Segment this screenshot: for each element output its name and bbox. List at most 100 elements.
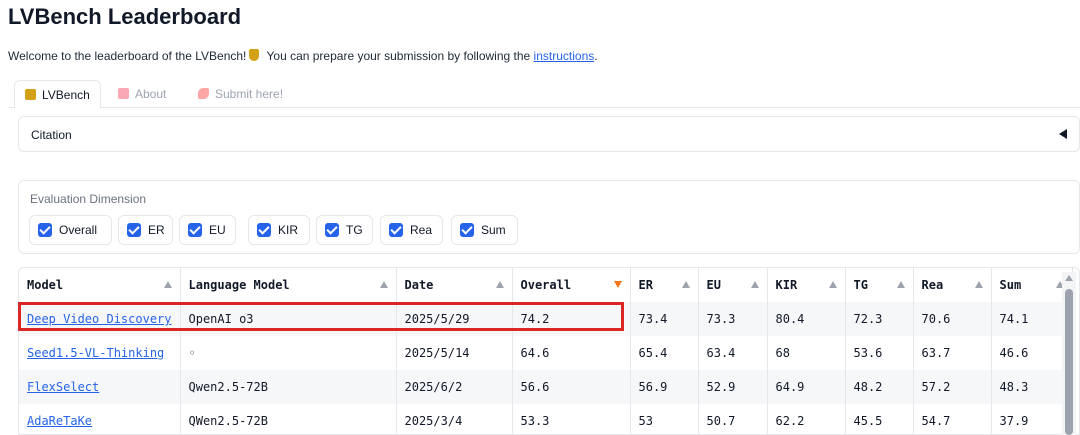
checkbox-icon[interactable] <box>325 223 339 237</box>
cell-tg: 53.6 <box>845 336 914 370</box>
checkbox-er[interactable]: ER <box>118 215 173 245</box>
citation-accordion[interactable]: Citation <box>18 116 1080 152</box>
tab-label: LVBench <box>42 88 90 102</box>
model-link[interactable]: FlexSelect <box>27 380 99 394</box>
checkbox-overall[interactable]: Overall <box>29 215 112 245</box>
cell-tg: 45.5 <box>845 404 914 434</box>
evaluation-dimension-label: Evaluation Dimension <box>30 192 147 206</box>
cell-date: 2025/5/14 <box>396 336 513 370</box>
header-overall[interactable]: Overall <box>512 268 631 302</box>
model-link[interactable]: Deep Video Discovery <box>27 312 172 326</box>
cell-kir: 80.4 <box>767 302 846 336</box>
checkbox-eu[interactable]: EU <box>179 215 236 245</box>
checkbox-label: Overall <box>59 223 98 237</box>
page-title: LVBench Leaderboard <box>8 4 242 29</box>
checkbox-icon[interactable] <box>127 223 141 237</box>
scroll-up-icon[interactable] <box>1065 275 1073 281</box>
checkbox-icon[interactable] <box>389 223 403 237</box>
tab-submit[interactable]: Submit here! <box>188 80 293 108</box>
cell-sum: 48.3 <box>991 370 1073 404</box>
welcome-middle: You can prepare your submission by follo… <box>263 49 534 63</box>
header-rea[interactable]: Rea <box>913 268 992 302</box>
cell-model: Seed1.5-VL-Thinking <box>19 336 181 370</box>
model-link[interactable]: AdaReTaKe <box>27 414 92 428</box>
cell-rea: 54.7 <box>913 404 992 434</box>
cell-overall: 74.2 <box>512 302 631 336</box>
cell-rea: 70.6 <box>913 302 992 336</box>
header-tg[interactable]: TG <box>845 268 914 302</box>
instructions-link[interactable]: instructions <box>534 49 595 63</box>
checkbox-icon[interactable] <box>257 223 271 237</box>
cell-kir: 68 <box>767 336 846 370</box>
sort-icon[interactable] <box>750 281 759 288</box>
welcome-text: Welcome to the leaderboard of the LVBenc… <box>8 49 598 63</box>
sort-desc-icon[interactable] <box>613 281 622 288</box>
checkbox-icon[interactable] <box>188 223 202 237</box>
cell-rea: 63.7 <box>913 336 992 370</box>
checkbox-tg[interactable]: TG <box>316 215 373 245</box>
cell-er: 56.9 <box>630 370 699 404</box>
welcome-suffix: . <box>594 49 598 63</box>
table-row: Seed1.5-VL-Thinking ◦ 2025/5/14 64.6 65.… <box>19 336 1073 370</box>
header-label: EU <box>706 278 721 292</box>
trophy-icon <box>25 89 36 100</box>
sort-icon[interactable] <box>974 281 983 288</box>
checkbox-label: EU <box>209 223 226 237</box>
checkbox-icon[interactable] <box>460 223 474 237</box>
cell-overall: 53.3 <box>512 404 631 434</box>
table-row: FlexSelect Qwen2.5-72B 2025/6/2 56.6 56.… <box>19 370 1073 404</box>
tab-lvbench[interactable]: LVBench <box>14 80 101 109</box>
table-header-row: Model Language Model Date Overall ER EU … <box>19 268 1073 302</box>
checkbox-label: KIR <box>278 223 299 237</box>
checkbox-label: ER <box>148 223 165 237</box>
header-label: TG <box>853 278 868 292</box>
table-row: Deep Video Discovery OpenAI o3 2025/5/29… <box>19 302 1073 336</box>
checkbox-rea[interactable]: Rea <box>380 215 443 245</box>
sort-icon[interactable] <box>163 281 172 288</box>
header-model[interactable]: Model <box>19 268 181 302</box>
tab-about[interactable]: About <box>108 80 176 108</box>
checkbox-label: Sum <box>481 223 506 237</box>
leaderboard-table: Model Language Model Date Overall ER EU … <box>18 267 1080 435</box>
cell-language-model: OpenAI o3 <box>180 302 397 336</box>
header-er[interactable]: ER <box>630 268 699 302</box>
sort-icon[interactable] <box>495 281 504 288</box>
cell-language-model: QWen2.5-72B <box>180 404 397 434</box>
cell-er: 53 <box>630 404 699 434</box>
header-label: Rea <box>921 278 944 292</box>
header-label: KIR <box>775 278 798 292</box>
checkbox-sum[interactable]: Sum <box>451 215 518 245</box>
sort-icon[interactable] <box>379 281 388 288</box>
tab-bar: LVBench About Submit here! <box>8 80 1080 109</box>
caret-left-icon[interactable] <box>1059 129 1067 139</box>
sort-icon[interactable] <box>681 281 690 288</box>
cell-er: 65.4 <box>630 336 699 370</box>
cell-sum: 37.9 <box>991 404 1073 434</box>
cell-language-model: ◦ <box>180 336 397 370</box>
header-label: Overall <box>520 278 572 292</box>
header-kir[interactable]: KIR <box>767 268 846 302</box>
model-link[interactable]: Seed1.5-VL-Thinking <box>27 346 164 360</box>
scrollbar-thumb[interactable] <box>1065 289 1073 435</box>
header-language-model[interactable]: Language Model <box>180 268 397 302</box>
cell-date: 2025/6/2 <box>396 370 513 404</box>
header-sum[interactable]: Sum <box>991 268 1073 302</box>
checkbox-icon[interactable] <box>38 223 52 237</box>
sort-icon[interactable] <box>828 281 837 288</box>
cell-model: AdaReTaKe <box>19 404 181 434</box>
checkbox-kir[interactable]: KIR <box>248 215 310 245</box>
header-date[interactable]: Date <box>396 268 513 302</box>
header-eu[interactable]: EU <box>698 268 768 302</box>
cell-eu: 52.9 <box>698 370 768 404</box>
rocket-icon <box>198 88 209 99</box>
cell-eu: 63.4 <box>698 336 768 370</box>
header-label: Sum <box>999 278 1022 292</box>
cell-eu: 73.3 <box>698 302 768 336</box>
cell-tg: 48.2 <box>845 370 914 404</box>
trophy-icon <box>249 49 260 61</box>
header-label: Model <box>27 278 64 292</box>
cell-sum: 46.6 <box>991 336 1073 370</box>
vertical-scrollbar[interactable] <box>1062 272 1076 435</box>
sort-icon[interactable] <box>896 281 905 288</box>
cell-rea: 57.2 <box>913 370 992 404</box>
